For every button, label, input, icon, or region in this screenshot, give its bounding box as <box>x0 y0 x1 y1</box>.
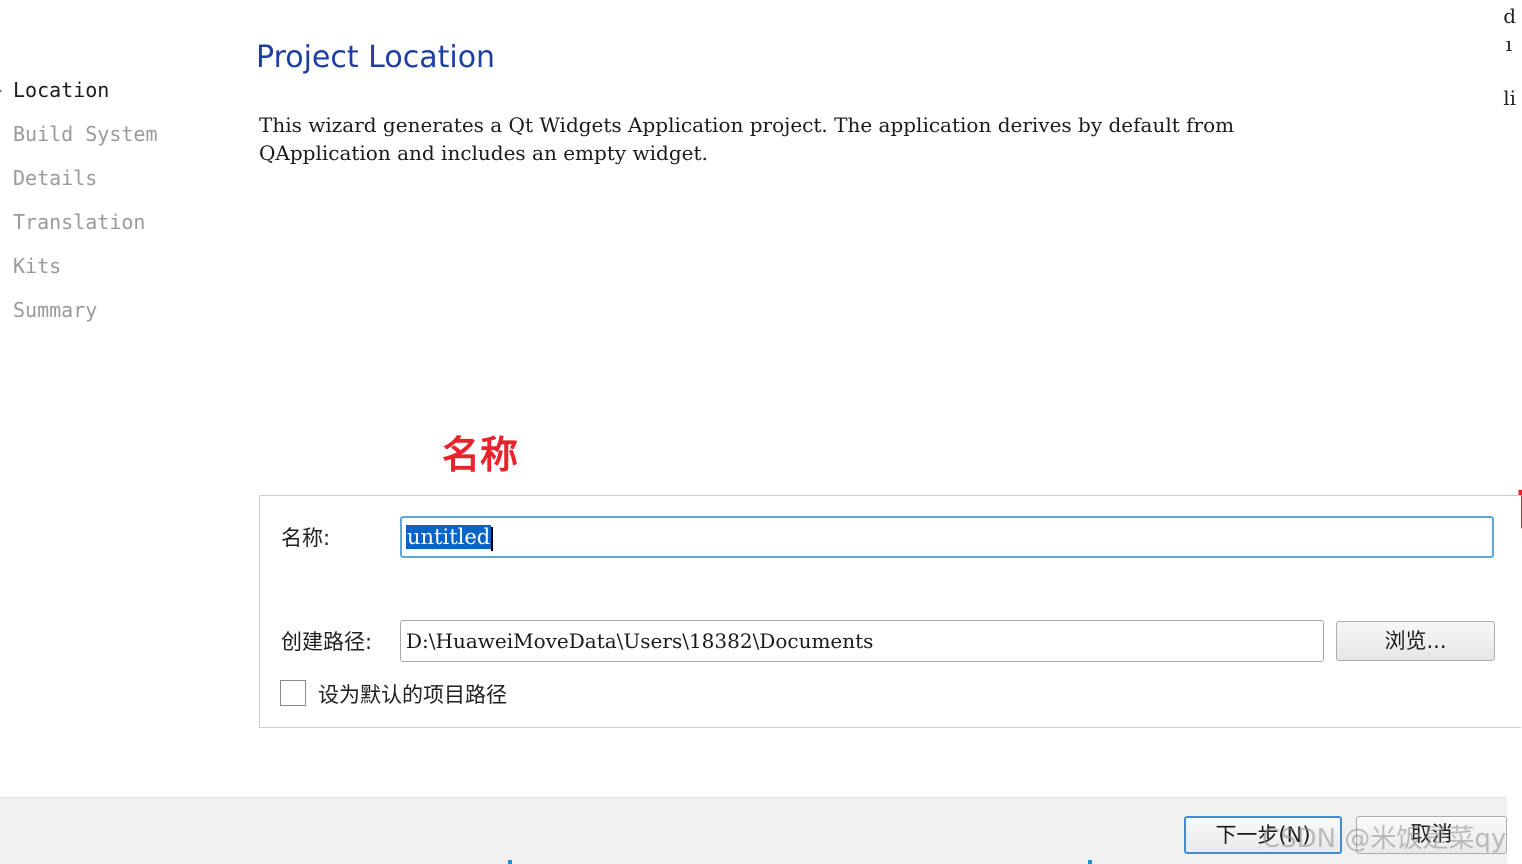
wizard-step-list: Location Build System Details Translatio… <box>0 72 240 336</box>
description-line: QApplication and includes an empty widge… <box>259 141 708 165</box>
cropped-text-fragment: li <box>1503 86 1516 110</box>
wizard-step-summary: Summary <box>0 292 240 336</box>
wizard-description: This wizard generates a Qt Widgets Appli… <box>259 111 1459 167</box>
step-label: Kits <box>13 254 62 278</box>
wizard-step-translation: Translation <box>0 204 240 248</box>
browse-button[interactable]: 浏览... <box>1336 621 1495 661</box>
cropped-text-fragment: d <box>1503 4 1516 28</box>
new-project-wizard: Location Build System Details Translatio… <box>0 0 1522 864</box>
default-path-checkbox-label[interactable]: 设为默认的项目路径 <box>318 679 507 709</box>
description-line: This wizard generates a Qt Widgets Appli… <box>259 113 1235 137</box>
step-label: Summary <box>13 298 98 322</box>
project-path-input[interactable]: D:\HuaweiMoveData\Users\18382\Documents <box>400 620 1324 662</box>
watermark: CSDN @米饭是菜qy <box>1262 824 1507 854</box>
step-label: Build System <box>13 122 158 146</box>
name-annotation: 名称 <box>442 433 519 477</box>
project-location-form: 名称: untitled 创建路径: D:\HuaweiMoveData\Use… <box>259 495 1521 728</box>
default-path-checkbox[interactable] <box>280 680 306 706</box>
wizard-step-details: Details <box>0 160 240 204</box>
name-label: 名称: <box>281 526 331 550</box>
selected-text: untitled <box>406 525 492 549</box>
cropped-text-fragment: ı <box>1505 32 1512 56</box>
wizard-step-location: Location <box>0 72 240 116</box>
focus-tick <box>508 860 512 864</box>
project-name-input[interactable]: untitled <box>400 516 1494 558</box>
focus-tick <box>1088 860 1092 864</box>
page-title: Project Location <box>256 40 496 75</box>
current-step-arrow-icon <box>0 86 2 96</box>
step-label: Translation <box>13 210 146 234</box>
step-label: Location <box>13 78 110 102</box>
step-label: Details <box>13 166 98 190</box>
wizard-step-kits: Kits <box>0 248 240 292</box>
path-label: 创建路径: <box>281 630 373 654</box>
wizard-step-build-system: Build System <box>0 116 240 160</box>
text-caret <box>491 526 494 551</box>
